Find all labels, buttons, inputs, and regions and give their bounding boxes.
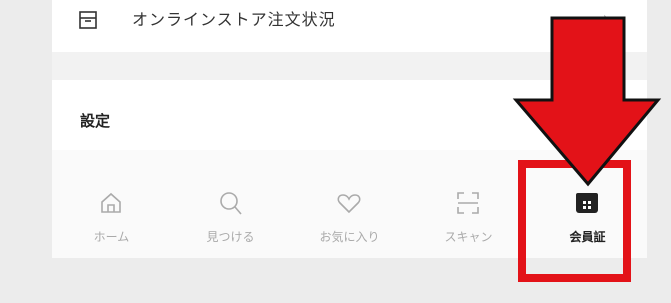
tab-home-label: ホーム: [93, 230, 130, 244]
scan-icon: [457, 192, 479, 214]
box-icon: [79, 11, 97, 29]
tab-favorites-label: お気に入り: [319, 230, 380, 244]
search-icon: [220, 192, 242, 215]
tab-search[interactable]: 見つける: [171, 150, 290, 258]
settings-label: 設定: [80, 112, 111, 130]
online-store-order-label: オンラインストア注文状況: [132, 10, 336, 29]
red-arrow-down-icon: [512, 16, 662, 187]
heart-icon: [337, 194, 361, 214]
tab-scan[interactable]: スキャン: [409, 150, 528, 258]
tab-search-label: 見つける: [206, 230, 255, 244]
tab-favorites[interactable]: お気に入り: [290, 150, 409, 258]
home-icon: [101, 192, 121, 213]
tab-scan-label: スキャン: [444, 230, 493, 244]
tab-home[interactable]: ホーム: [52, 150, 171, 258]
